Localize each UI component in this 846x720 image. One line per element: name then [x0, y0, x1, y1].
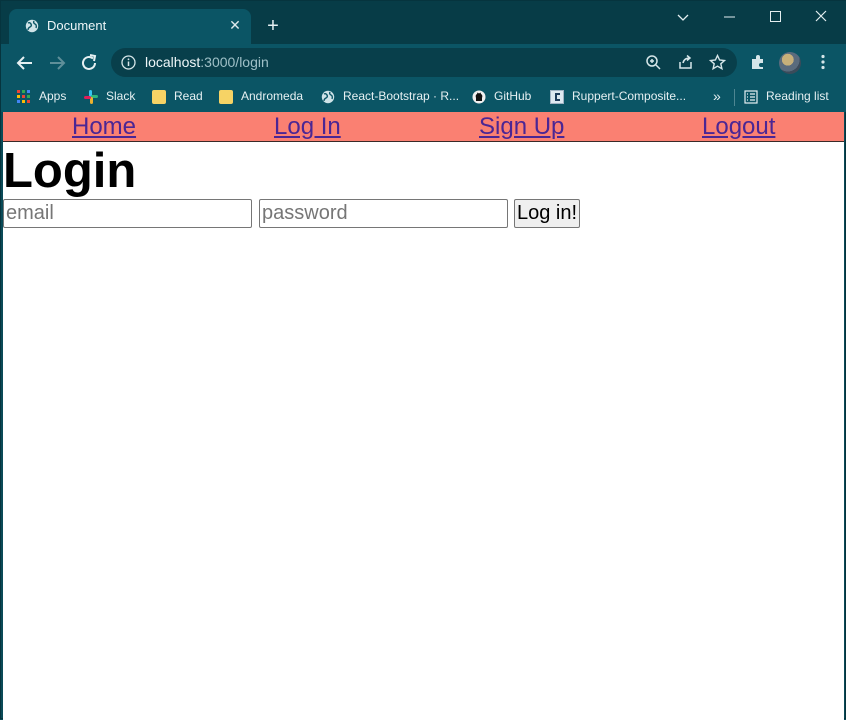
bookmark-label: GitHub	[494, 89, 532, 103]
bookmark-react-bootstrap[interactable]: React-Bootstrap · R...	[321, 87, 459, 106]
globe-icon	[25, 19, 39, 33]
extensions-puzzle-icon[interactable]	[749, 53, 767, 71]
bookmark-read[interactable]: Read	[152, 87, 203, 106]
apps-grid-icon	[17, 89, 30, 103]
minimize-button[interactable]	[706, 7, 752, 27]
bookmark-label: Ruppert-Composite...	[572, 89, 687, 103]
close-icon	[815, 10, 827, 22]
tab-strip: Document ✕ +	[1, 1, 846, 44]
password-input[interactable]	[259, 199, 508, 228]
bookmark-label: Andromeda	[241, 89, 304, 103]
reading-list-icon	[744, 90, 758, 104]
nav-link-login[interactable]: Log In	[274, 113, 341, 141]
page-title: Login	[3, 144, 137, 198]
folder-icon	[152, 89, 166, 104]
zoom-icon[interactable]	[645, 54, 662, 71]
site-navbar: Home Log In Sign Up Logout	[3, 112, 844, 142]
url-host: localhost	[145, 54, 201, 70]
bookmarks-overflow-button[interactable]: »	[713, 87, 721, 106]
bookmark-label: Read	[174, 89, 203, 103]
share-icon[interactable]	[677, 54, 694, 71]
browser-window: Document ✕ + localhost:3000/login Apps S…	[0, 0, 846, 720]
star-icon[interactable]	[709, 54, 726, 71]
close-window-button[interactable]	[798, 7, 844, 27]
url-text: localhost:3000/login	[145, 54, 269, 70]
url-path: :3000/login	[200, 54, 269, 70]
nav-link-signup[interactable]: Sign Up	[479, 113, 564, 141]
maximize-icon	[769, 11, 781, 22]
tab-document[interactable]: Document ✕	[9, 9, 251, 44]
tab-title: Document	[47, 18, 107, 33]
reading-list-button[interactable]: Reading list	[744, 87, 829, 106]
profile-avatar[interactable]	[779, 52, 801, 74]
folder-icon	[219, 89, 233, 104]
reload-icon[interactable]	[78, 52, 100, 74]
bookmark-github[interactable]: GitHub	[472, 87, 531, 106]
minimize-icon	[723, 16, 735, 18]
page-viewport: Home Log In Sign Up Logout Login Log in!	[3, 112, 844, 720]
menu-kebab-icon[interactable]	[814, 53, 832, 71]
tab-search-button[interactable]	[660, 7, 706, 27]
reading-list-label: Reading list	[766, 89, 829, 103]
login-submit-button[interactable]: Log in!	[514, 199, 580, 228]
tab-close-icon[interactable]: ✕	[227, 17, 243, 33]
browser-toolbar: localhost:3000/login	[1, 44, 846, 81]
globe-icon	[321, 90, 335, 104]
forward-arrow-icon[interactable]	[46, 52, 68, 74]
maximize-button[interactable]	[752, 7, 798, 27]
site-icon	[550, 89, 564, 104]
back-arrow-icon[interactable]	[14, 52, 36, 74]
slack-icon	[84, 89, 98, 104]
nav-link-home[interactable]: Home	[72, 113, 136, 141]
bookmark-label: Slack	[106, 89, 136, 103]
chevron-down-icon	[677, 14, 689, 21]
email-input[interactable]	[3, 199, 252, 228]
address-bar[interactable]: localhost:3000/login	[111, 48, 737, 77]
github-icon	[472, 90, 486, 104]
bookmark-label: React-Bootstrap · R...	[343, 89, 460, 103]
bookmark-ruppert[interactable]: Ruppert-Composite...	[550, 87, 686, 106]
info-icon[interactable]	[121, 55, 136, 70]
bookmark-apps[interactable]: Apps	[17, 87, 66, 106]
new-tab-button[interactable]: +	[263, 16, 283, 36]
bookmark-label: Apps	[39, 89, 67, 103]
bookmarks-divider	[734, 89, 735, 106]
bookmark-slack[interactable]: Slack	[84, 87, 135, 106]
nav-link-logout[interactable]: Logout	[702, 113, 775, 141]
bookmark-andromeda[interactable]: Andromeda	[219, 87, 303, 106]
bookmarks-bar: Apps Slack Read Andromeda React-Bootstra…	[1, 81, 846, 112]
